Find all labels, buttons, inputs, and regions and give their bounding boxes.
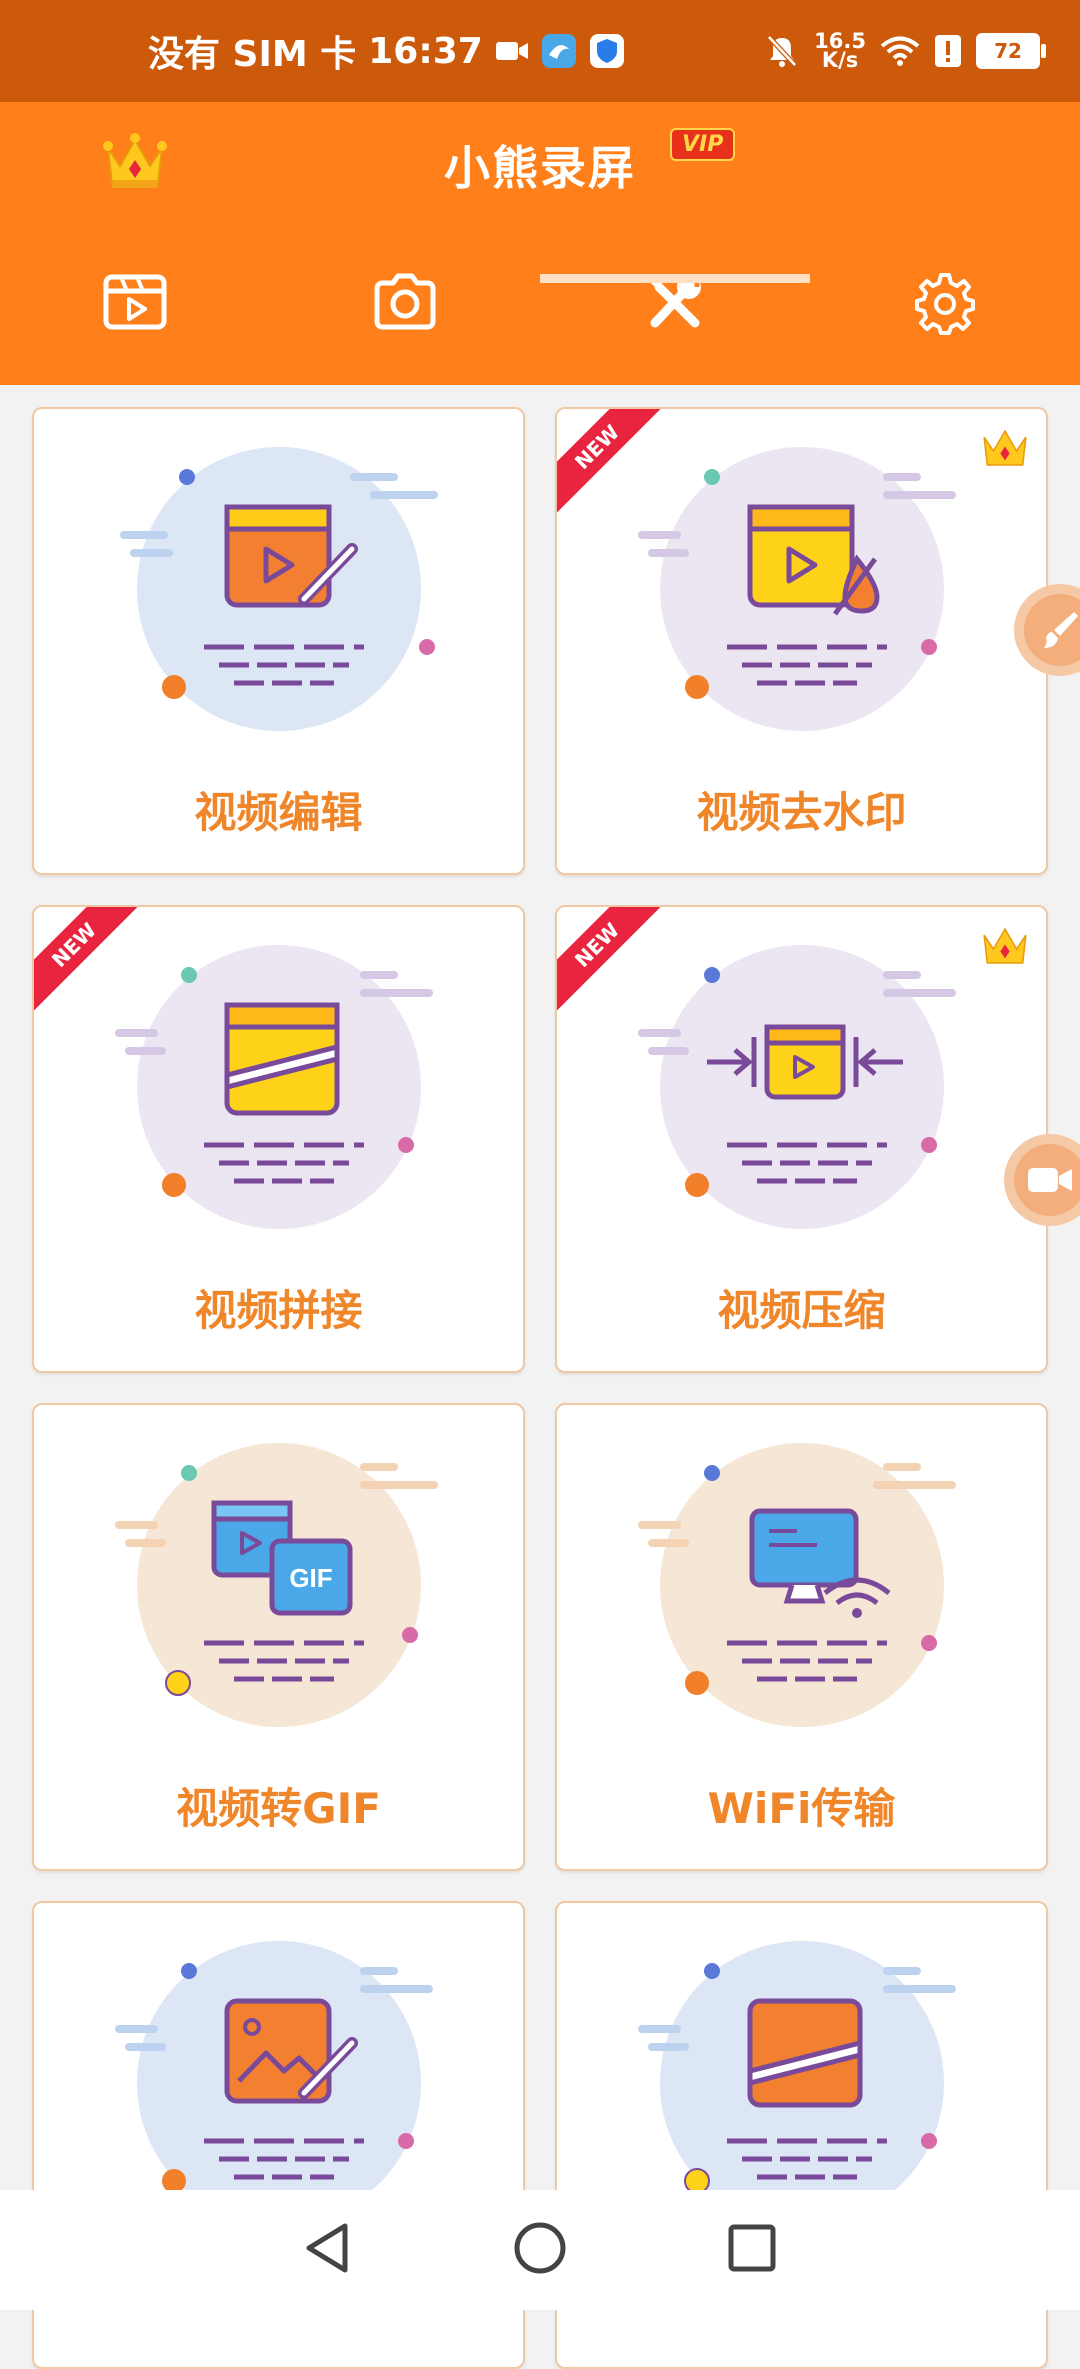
vip-badge[interactable]: VIP [670, 128, 736, 161]
video-record-icon [495, 39, 529, 63]
tab-video-list[interactable] [0, 257, 270, 385]
film-icon [103, 274, 167, 330]
gif-text: GIF [289, 1563, 332, 1593]
video-compress-icon [638, 967, 956, 1197]
shield-icon [589, 33, 625, 69]
tool-card-video-compress[interactable]: NEW 视频压缩 [555, 905, 1048, 1373]
app-title: 小熊录屏 [444, 141, 636, 195]
alert-icon [934, 34, 962, 68]
battery-indicator: 72 [976, 33, 1046, 69]
back-triangle-icon [306, 2223, 348, 2273]
recents-square-icon [728, 2224, 776, 2272]
net-speed: 16.5 K/s [814, 29, 866, 72]
recents-button[interactable] [727, 2223, 777, 2277]
tool-card-video-merge[interactable]: NEW 视频拼接 [32, 905, 525, 1373]
tool-grid: 视频编辑 NEW 视频去水印 NEW 视频拼接 NEW 视频压缩 GIF 视频转… [32, 407, 1048, 2369]
app-notification-icon [541, 33, 577, 69]
tab-selected-indicator [540, 274, 810, 283]
camera-icon [374, 273, 436, 330]
tool-card-video-to-gif[interactable]: GIF 视频转GIF [32, 1403, 525, 1871]
tool-card-video-edit[interactable]: 视频编辑 [32, 407, 525, 875]
tool-label: 视频拼接 [194, 1286, 363, 1335]
brush-icon [1044, 612, 1078, 648]
tool-label: WiFi传输 [707, 1784, 896, 1833]
video-camera-icon [1028, 1168, 1072, 1192]
tool-label: 视频编辑 [194, 788, 363, 837]
video-merge-icon [115, 967, 433, 1197]
tab-settings[interactable] [810, 257, 1080, 385]
carrier-text: 没有 SIM 卡 [148, 34, 357, 75]
clock: 16:37 [368, 30, 483, 72]
video-to-gif-icon: GIF [115, 1463, 438, 1696]
tab-screenshot[interactable] [270, 257, 540, 385]
tool-label: 视频压缩 [717, 1286, 886, 1335]
status-bar: 没有 SIM 卡 16:37 16.5 K/s 72 [0, 0, 1080, 102]
tool-label: 视频去水印 [696, 788, 907, 837]
wifi-transfer-icon [638, 1463, 956, 1695]
home-button[interactable] [513, 2221, 567, 2279]
system-nav-bar [0, 2190, 1080, 2310]
tool-label: 视频转GIF [176, 1784, 381, 1833]
home-circle-icon [514, 2222, 566, 2274]
tool-card-wifi-transfer[interactable]: WiFi传输 [555, 1403, 1048, 1871]
tool-card-watermark-remove[interactable]: NEW 视频去水印 [555, 407, 1048, 875]
wifi-icon [880, 35, 920, 67]
gear-icon [915, 273, 975, 335]
video-edit-icon [120, 469, 438, 699]
mute-bell-icon [764, 33, 800, 69]
watermark-remove-icon [638, 469, 956, 699]
back-button[interactable] [303, 2221, 353, 2279]
app-header: 小熊录屏 VIP [0, 102, 1080, 385]
